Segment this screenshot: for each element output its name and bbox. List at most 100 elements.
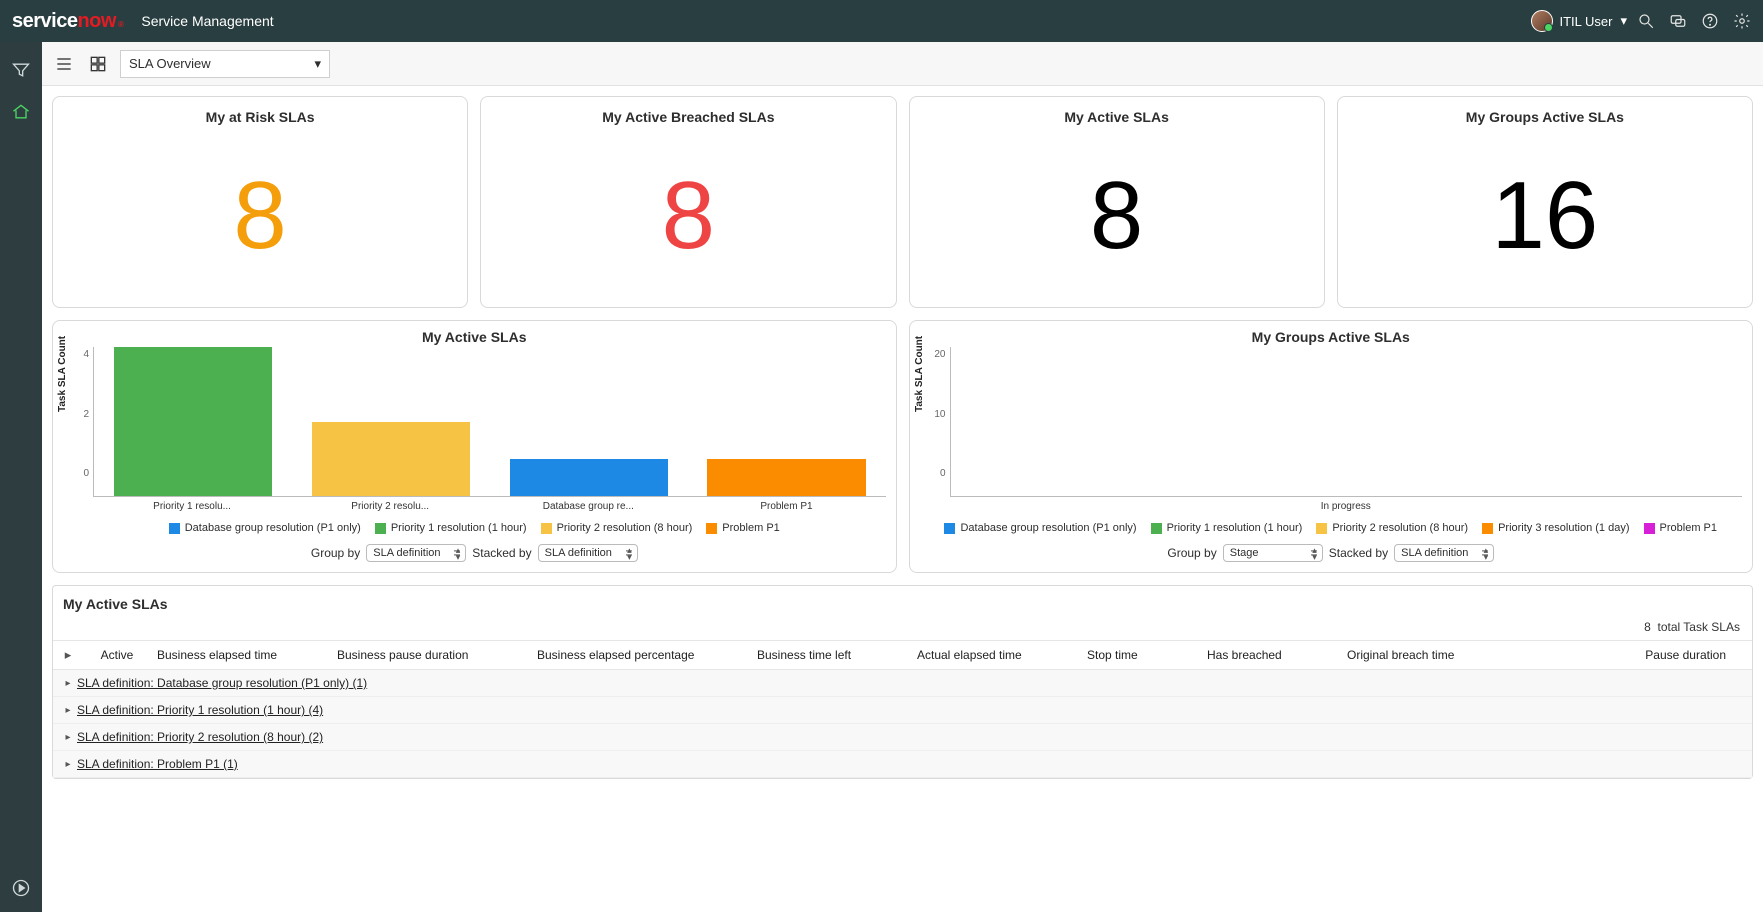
dashboard-main: My at Risk SLAs 8 My Active Breached SLA… — [42, 86, 1763, 912]
col-biz-pause[interactable]: Business pause duration — [337, 648, 537, 662]
groupby-select[interactable]: SLA definition▴▾ — [366, 544, 466, 562]
legend-item[interactable]: Priority 2 resolution (8 hour) — [1316, 522, 1468, 534]
chart-groups-active-slas: My Groups Active SLAs Task SLA Count 20 … — [909, 320, 1754, 573]
groupby-select[interactable]: Stage▴▾ — [1223, 544, 1323, 562]
table-section: My Active SLAs 8 total Task SLAs ▸ Activ… — [52, 585, 1753, 779]
chart-legend: Database group resolution (P1 only) Prior… — [920, 522, 1743, 534]
kpi-title: My Groups Active SLAs — [1466, 109, 1624, 125]
help-icon[interactable] — [1701, 12, 1719, 30]
y-axis-label: Task SLA Count — [57, 336, 68, 412]
kpi-card-breached[interactable]: My Active Breached SLAs 8 — [480, 96, 896, 308]
filter-icon[interactable] — [11, 60, 31, 80]
group-label[interactable]: SLA definition: Priority 2 resolution (8… — [77, 730, 323, 744]
legend-item[interactable]: Priority 1 resolution (1 hour) — [1151, 522, 1303, 534]
legend-item[interactable]: Priority 2 resolution (8 hour) — [541, 522, 693, 534]
x-axis-labels: Priority 1 resolu...Priority 2 resolu...… — [93, 497, 886, 512]
app-title: Service Management — [141, 13, 273, 29]
y-axis: Task SLA Count 20 10 0 — [920, 347, 950, 497]
legend-swatch — [706, 523, 717, 534]
stackedby-label: Stacked by — [472, 546, 531, 560]
top-banner: servicenow® Service Management ITIL User… — [0, 0, 1763, 42]
legend-swatch — [1316, 523, 1327, 534]
gear-icon[interactable] — [1733, 12, 1751, 30]
legend-item[interactable]: Problem P1 — [1644, 522, 1717, 534]
group-label[interactable]: SLA definition: Priority 1 resolution (1… — [77, 703, 323, 717]
expand-icon[interactable]: ▸ — [59, 705, 77, 716]
col-biz-elapsed[interactable]: Business elapsed time — [157, 648, 337, 662]
y-axis-label: Task SLA Count — [914, 336, 925, 412]
table-total: 8 total Task SLAs — [53, 618, 1752, 640]
col-actual[interactable]: Actual elapsed time — [917, 648, 1087, 662]
play-icon[interactable] — [11, 878, 31, 898]
expand-icon[interactable]: ▸ — [59, 678, 77, 689]
col-biz-pct[interactable]: Business elapsed percentage — [537, 648, 757, 662]
expand-icon[interactable]: ▸ — [59, 732, 77, 743]
search-icon[interactable] — [1637, 12, 1655, 30]
legend-item[interactable]: Database group resolution (P1 only) — [944, 522, 1136, 534]
table-header: ▸ Active Business elapsed time Business … — [53, 640, 1752, 670]
legend-swatch — [1644, 523, 1655, 534]
kpi-value: 8 — [1090, 125, 1143, 307]
kpi-title: My at Risk SLAs — [206, 109, 315, 125]
stackedby-select[interactable]: SLA definition▴▾ — [538, 544, 638, 562]
product-logo[interactable]: servicenow® — [12, 10, 123, 33]
logo-text-2: now — [77, 10, 116, 33]
table-group-row[interactable]: ▸SLA definition: Priority 1 resolution (… — [53, 697, 1752, 724]
legend-swatch — [375, 523, 386, 534]
user-name: ITIL User — [1559, 14, 1612, 29]
col-pause-dur[interactable]: Pause duration — [1527, 648, 1746, 662]
expand-icon[interactable]: ▸ — [59, 759, 77, 770]
kpi-card-active[interactable]: My Active SLAs 8 — [909, 96, 1325, 308]
chart-title: My Groups Active SLAs — [920, 329, 1743, 345]
kpi-value: 16 — [1491, 125, 1598, 307]
legend-swatch — [541, 523, 552, 534]
kpi-card-at-risk[interactable]: My at Risk SLAs 8 — [52, 96, 468, 308]
table-title: My Active SLAs — [53, 586, 1752, 618]
col-active[interactable]: Active — [77, 648, 157, 662]
legend-item[interactable]: Problem P1 — [706, 522, 779, 534]
stackedby-select[interactable]: SLA definition▴▾ — [1394, 544, 1494, 562]
kpi-value: 8 — [233, 125, 286, 307]
kpi-title: My Active SLAs — [1064, 109, 1169, 125]
list-view-icon[interactable] — [52, 52, 76, 76]
table-group-row[interactable]: ▸SLA definition: Priority 2 resolution (… — [53, 724, 1752, 751]
kpi-value: 8 — [662, 125, 715, 307]
chart-controls: Group by Stage▴▾ Stacked by SLA definiti… — [920, 544, 1743, 562]
grid-view-icon[interactable] — [86, 52, 110, 76]
legend-item[interactable]: Database group resolution (P1 only) — [169, 522, 361, 534]
left-rail — [0, 42, 42, 912]
table-group-row[interactable]: ▸SLA definition: Database group resoluti… — [53, 670, 1752, 697]
group-label[interactable]: SLA definition: Problem P1 (1) — [77, 757, 238, 771]
y-axis: Task SLA Count 4 2 0 — [63, 347, 93, 497]
chart-my-active-slas: My Active SLAs Task SLA Count 4 2 0 Prio… — [52, 320, 897, 573]
col-orig-breach[interactable]: Original breach time — [1347, 648, 1527, 662]
bar[interactable] — [292, 347, 490, 496]
table-group-row[interactable]: ▸SLA definition: Problem P1 (1) — [53, 751, 1752, 778]
legend-swatch — [1482, 523, 1493, 534]
chart-plot[interactable] — [950, 347, 1743, 497]
stackedby-label: Stacked by — [1329, 546, 1388, 560]
caret-down-icon: ▾ — [1620, 13, 1627, 29]
logo-text-1: service — [12, 10, 77, 33]
col-breached[interactable]: Has breached — [1207, 648, 1347, 662]
kpi-title: My Active Breached SLAs — [602, 109, 774, 125]
col-biz-left[interactable]: Business time left — [757, 648, 917, 662]
home-icon[interactable] — [11, 102, 31, 122]
caret-down-icon: ▾ — [314, 56, 321, 72]
kpi-card-groups-active[interactable]: My Groups Active SLAs 16 — [1337, 96, 1753, 308]
view-selector[interactable]: SLA Overview ▾ — [120, 50, 330, 78]
group-label[interactable]: SLA definition: Database group resolutio… — [77, 676, 367, 690]
user-menu[interactable]: ITIL User ▾ — [1531, 10, 1627, 32]
bar[interactable] — [688, 347, 886, 496]
chart-plot[interactable] — [93, 347, 886, 497]
chat-icon[interactable] — [1669, 12, 1687, 30]
bar[interactable] — [94, 347, 292, 496]
chart-legend: Database group resolution (P1 only) Prior… — [63, 522, 886, 534]
col-stop[interactable]: Stop time — [1087, 648, 1207, 662]
legend-item[interactable]: Priority 3 resolution (1 day) — [1482, 522, 1629, 534]
expand-all-icon[interactable]: ▸ — [59, 647, 77, 663]
legend-swatch — [1151, 523, 1162, 534]
legend-item[interactable]: Priority 1 resolution (1 hour) — [375, 522, 527, 534]
groupby-label: Group by — [311, 546, 360, 560]
bar[interactable] — [490, 347, 688, 496]
